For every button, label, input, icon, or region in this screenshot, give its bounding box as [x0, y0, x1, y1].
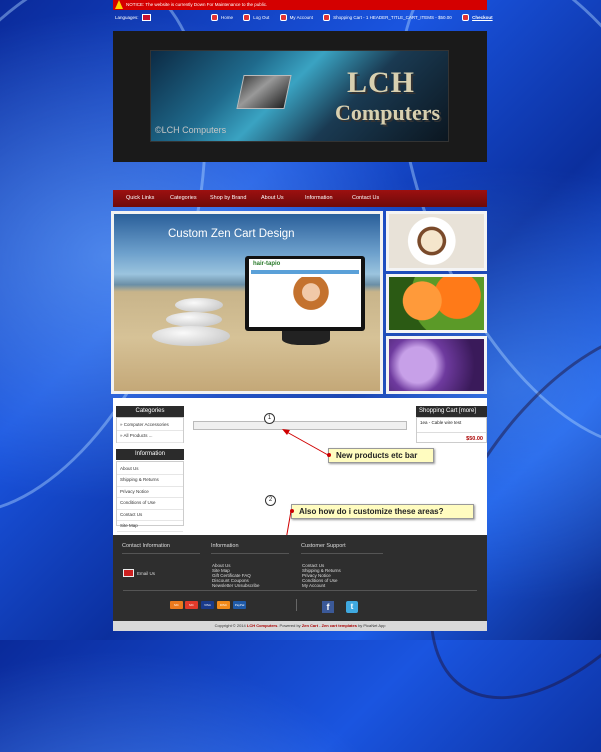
footer-divider: [301, 553, 383, 554]
footer-support-link[interactable]: My Account: [302, 583, 325, 588]
callout-customize: Also how do i customize these areas?: [290, 504, 474, 519]
copyright-powered: . Powered by: [277, 623, 301, 628]
facebook-icon[interactable]: f: [322, 601, 334, 613]
callout-marker-icon: [327, 453, 331, 457]
copyright-prefix: Copyright © 2014: [214, 623, 246, 628]
footer-divider: [296, 599, 297, 611]
discover-icon: DISC: [217, 601, 230, 609]
footer-info-link[interactable]: Newsletter Unsubscribe: [212, 583, 260, 588]
visa-icon: VISA: [201, 601, 214, 609]
email-us-link[interactable]: Email Us: [137, 571, 155, 576]
footer-divider: [211, 553, 289, 554]
copyright-brand-link[interactable]: LCH Computers: [247, 623, 277, 628]
footer-divider: [123, 590, 477, 591]
templates-link[interactable]: Zen cart templates: [322, 623, 357, 628]
callout-marker-icon: [290, 509, 294, 513]
mail-icon: [123, 569, 134, 577]
paypal-icon: PayPal: [233, 601, 246, 609]
copyright-by: by PicaNet App: [356, 623, 386, 628]
twitter-icon[interactable]: t: [346, 601, 358, 613]
footer-contact-heading: Contact Information: [122, 543, 170, 549]
mastercard-icon: MC: [170, 601, 183, 609]
footer-support-heading: Customer Support: [301, 543, 346, 549]
site-footer: Contact Information Information Customer…: [113, 535, 487, 621]
callout-new-products: New products etc bar: [327, 448, 434, 463]
callout-text: New products etc bar: [336, 451, 418, 460]
mastercard-icon: MC: [185, 601, 198, 609]
callout-text: Also how do i customize these areas?: [299, 507, 444, 516]
footer-divider: [122, 553, 200, 554]
zencart-link[interactable]: Zen Cart: [302, 623, 318, 628]
copyright-bar: Copyright © 2014 LCH Computers. Powered …: [113, 621, 487, 631]
footer-info-heading: Information: [211, 543, 239, 549]
